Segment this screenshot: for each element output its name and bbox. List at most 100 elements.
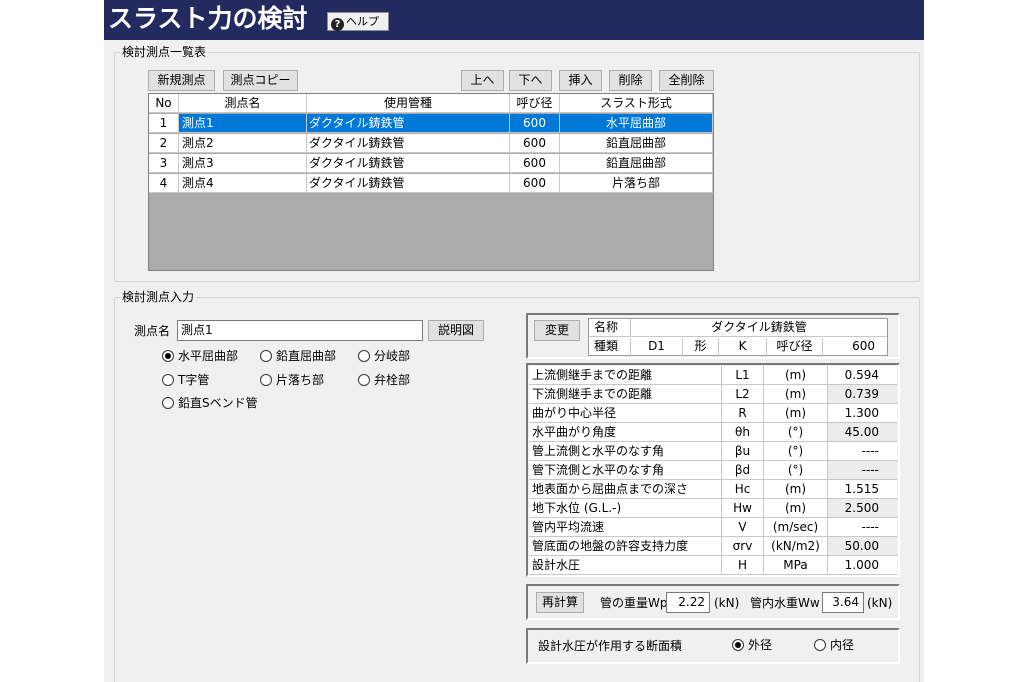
move-up-button[interactable]: 上へ — [461, 70, 504, 91]
param-row: 管内平均流速 V (m/sec) ---- — [529, 518, 897, 537]
param-value[interactable]: ---- — [828, 461, 897, 480]
window-title: スラスト力の検討 — [108, 4, 308, 33]
table-row[interactable]: 3 測点3 ダクタイル鋳鉄管 600 鉛直屈曲部 — [149, 154, 713, 173]
recalculate-button[interactable]: 再計算 — [536, 592, 584, 613]
param-value[interactable]: 50.00 — [828, 537, 897, 556]
param-label: 地表面から屈曲点までの深さ — [529, 480, 722, 499]
param-unit: (°) — [764, 442, 828, 461]
insert-button[interactable]: 挿入 — [559, 70, 602, 91]
thrust-type-t-pipe[interactable]: T字管 — [162, 373, 209, 388]
question-icon: ? — [331, 18, 344, 31]
pipe-shape-value: K — [719, 338, 767, 356]
thrust-review-window: スラスト力の検討 ? ヘルプ 検討測点一覧表 新規測点 測点コピー 上へ 下へ 挿… — [104, 0, 924, 682]
param-symbol: σrv — [722, 537, 764, 556]
radio-dot — [814, 639, 826, 651]
row-diameter: 600 — [510, 154, 560, 173]
param-value[interactable]: ---- — [828, 518, 897, 537]
param-value[interactable]: ---- — [828, 442, 897, 461]
delete-button[interactable]: 削除 — [609, 70, 652, 91]
row-diameter: 600 — [510, 134, 560, 153]
point-input-group-label: 検討測点入力 — [120, 290, 197, 304]
point-list-group-label: 検討測点一覧表 — [120, 45, 209, 59]
param-row: 管下流側と水平のなす角 βd (°) ---- — [529, 461, 897, 480]
explain-diagram-button[interactable]: 説明図 — [428, 320, 484, 341]
row-pipe: ダクタイル鋳鉄管 — [307, 174, 510, 193]
pressure-area-label: 設計水圧が作用する断面積 — [538, 639, 683, 653]
pressure-area-outer-option[interactable]: 外径 — [732, 638, 772, 653]
param-label: 上流側継手までの距離 — [529, 366, 722, 385]
row-name: 測点3 — [179, 154, 307, 173]
radio-dot — [162, 397, 174, 409]
point-name-input[interactable]: 測点1 — [177, 320, 423, 341]
pipe-weight-value[interactable]: 2.22 — [666, 592, 710, 613]
param-row: 曲がり中心半径 R (m) 1.300 — [529, 404, 897, 423]
param-symbol: θh — [722, 423, 764, 442]
water-weight-value[interactable]: 3.64 — [822, 592, 864, 613]
radio-dot — [358, 350, 370, 362]
radio-dot — [260, 350, 272, 362]
pressure-option-label: 外径 — [748, 638, 773, 652]
thrust-type-reducer[interactable]: 片落ち部 — [260, 373, 324, 388]
change-pipe-button[interactable]: 変更 — [534, 320, 580, 341]
param-value[interactable]: 1.300 — [828, 404, 897, 423]
param-table: 上流側継手までの距離 L1 (m) 0.594 下流側継手までの距離 L2 (m) 0.73… — [529, 366, 897, 575]
delete-all-button[interactable]: 全削除 — [659, 70, 714, 91]
pipe-type-label: 種類 — [589, 338, 631, 356]
thrust-type-horizontal-bend[interactable]: 水平屈曲部 — [162, 349, 238, 364]
row-name: 測点1 — [179, 114, 307, 133]
new-point-button[interactable]: 新規測点 — [148, 70, 215, 91]
param-unit: (m) — [764, 366, 828, 385]
param-symbol: H — [722, 556, 764, 575]
param-label: 水平曲がり角度 — [529, 423, 722, 442]
col-header-name[interactable]: 測点名 — [179, 94, 307, 113]
col-header-no[interactable]: No — [149, 94, 179, 113]
table-row[interactable]: 1 測点1 ダクタイル鋳鉄管 600 水平屈曲部 — [149, 114, 713, 133]
move-down-button[interactable]: 下へ — [509, 70, 552, 91]
param-symbol: βu — [722, 442, 764, 461]
param-row: 上流側継手までの距離 L1 (m) 0.594 — [529, 366, 897, 385]
row-no: 2 — [149, 134, 179, 153]
param-value[interactable]: 1.000 — [828, 556, 897, 575]
pipe-info-grid: 名称 ダクタイル鋳鉄管 種類 D1 形 K 呼び径 600 — [588, 318, 888, 356]
row-thrust: 鉛直屈曲部 — [560, 154, 713, 173]
thrust-type-branch[interactable]: 分岐部 — [358, 349, 410, 364]
param-value[interactable]: 0.594 — [828, 366, 897, 385]
pipe-weight-label: 管の重量Wp — [600, 596, 668, 610]
param-unit: MPa — [764, 556, 828, 575]
param-value[interactable]: 1.515 — [828, 480, 897, 499]
col-header-diameter[interactable]: 呼び径 — [510, 94, 560, 113]
row-name: 測点4 — [179, 174, 307, 193]
param-symbol: V — [722, 518, 764, 537]
pipe-name-label: 名称 — [589, 319, 631, 337]
help-button[interactable]: ? ヘルプ — [327, 12, 389, 31]
radio-dot — [260, 374, 272, 386]
pipe-shape-label: 形 — [683, 338, 719, 356]
thrust-type-vertical-s-bend[interactable]: 鉛直Sベンド管 — [162, 396, 258, 411]
thrust-type-valve[interactable]: 弁栓部 — [358, 373, 410, 388]
param-value[interactable]: 2.500 — [828, 499, 897, 518]
row-diameter: 600 — [510, 174, 560, 193]
table-row[interactable]: 4 測点4 ダクタイル鋳鉄管 600 片落ち部 — [149, 174, 713, 193]
radio-dot — [162, 350, 174, 362]
point-list-table[interactable]: No 測点名 使用管種 呼び径 スラスト形式 1 測点1 ダクタイル鋳鉄管 60… — [148, 93, 714, 271]
param-unit: (°) — [764, 461, 828, 480]
param-unit: (m) — [764, 499, 828, 518]
param-row: 管上流側と水平のなす角 βu (°) ---- — [529, 442, 897, 461]
param-value[interactable]: 45.00 — [828, 423, 897, 442]
copy-point-button[interactable]: 測点コピー — [223, 70, 298, 91]
table-row[interactable]: 2 測点2 ダクタイル鋳鉄管 600 鉛直屈曲部 — [149, 134, 713, 153]
param-symbol: βd — [722, 461, 764, 480]
param-row: 管底面の地盤の許容支持力度 σrv (kN/m2) 50.00 — [529, 537, 897, 556]
thrust-type-label: 水平屈曲部 — [178, 349, 239, 363]
thrust-type-label: 鉛直屈曲部 — [276, 349, 337, 363]
title-bar: スラスト力の検討 ? ヘルプ — [104, 0, 924, 40]
param-value[interactable]: 0.739 — [828, 385, 897, 404]
col-header-pipe[interactable]: 使用管種 — [307, 94, 510, 113]
thrust-type-vertical-bend[interactable]: 鉛直屈曲部 — [260, 349, 336, 364]
col-header-thrust[interactable]: スラスト形式 — [560, 94, 713, 113]
radio-dot — [732, 639, 744, 651]
pipe-weight-unit: (kN) — [714, 596, 740, 610]
water-weight-unit: (kN) — [867, 596, 893, 610]
pipe-diameter-label: 呼び径 — [767, 338, 823, 356]
pressure-area-inner-option[interactable]: 内径 — [814, 638, 854, 653]
